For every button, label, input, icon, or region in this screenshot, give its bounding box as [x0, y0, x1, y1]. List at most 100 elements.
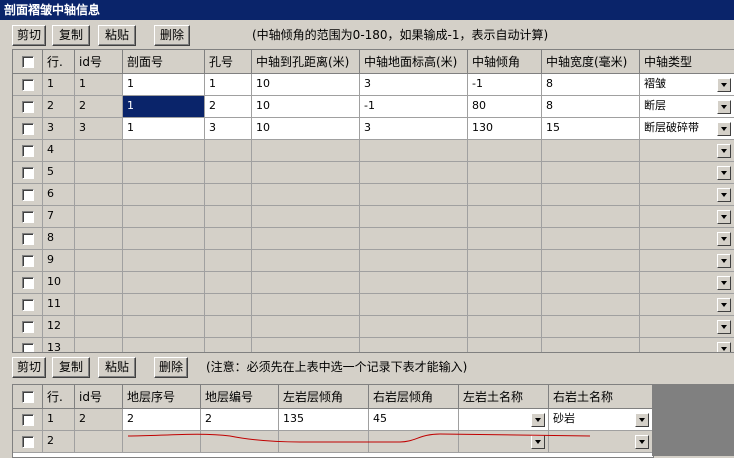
- table-cell[interactable]: [279, 431, 369, 453]
- table-cell[interactable]: [542, 206, 640, 228]
- table-cell[interactable]: 80: [468, 96, 542, 118]
- table-cell[interactable]: [252, 140, 360, 162]
- table-cell[interactable]: 断层破碎带: [640, 118, 734, 140]
- table-cell[interactable]: [640, 140, 734, 162]
- chevron-down-icon[interactable]: [717, 276, 731, 290]
- table-cell[interactable]: 2: [205, 96, 252, 118]
- table-cell[interactable]: [640, 206, 734, 228]
- table-cell[interactable]: 1: [123, 74, 205, 96]
- paste-button[interactable]: 粘贴: [98, 357, 136, 378]
- table-cell[interactable]: [123, 338, 205, 352]
- copy-button[interactable]: 复制: [52, 357, 90, 378]
- table-cell[interactable]: [205, 206, 252, 228]
- table-cell[interactable]: [252, 250, 360, 272]
- table-cell[interactable]: [123, 250, 205, 272]
- row-checkbox-cell[interactable]: [13, 74, 43, 96]
- table-cell[interactable]: [640, 162, 734, 184]
- table-cell[interactable]: [468, 184, 542, 206]
- chevron-down-icon[interactable]: [717, 100, 731, 114]
- row-checkbox-cell[interactable]: [13, 206, 43, 228]
- table-cell[interactable]: [360, 184, 468, 206]
- table-cell[interactable]: [640, 272, 734, 294]
- row-checkbox[interactable]: [22, 321, 34, 333]
- table-cell[interactable]: 3: [75, 118, 123, 140]
- chevron-down-icon[interactable]: [717, 166, 731, 180]
- row-checkbox-cell[interactable]: [13, 162, 43, 184]
- table-cell[interactable]: [205, 162, 252, 184]
- row-checkbox-cell[interactable]: [13, 272, 43, 294]
- table-cell[interactable]: [360, 294, 468, 316]
- table-cell[interactable]: [252, 272, 360, 294]
- table-cell[interactable]: [75, 294, 123, 316]
- table-cell[interactable]: [468, 272, 542, 294]
- row-checkbox[interactable]: [22, 167, 34, 179]
- chevron-down-icon[interactable]: [717, 78, 731, 92]
- table-cell[interactable]: 1: [75, 74, 123, 96]
- table-cell[interactable]: 2: [123, 409, 201, 431]
- row-checkbox[interactable]: [22, 189, 34, 201]
- table-cell[interactable]: [459, 431, 549, 453]
- table-cell[interactable]: [205, 272, 252, 294]
- chevron-down-icon[interactable]: [717, 188, 731, 202]
- row-checkbox[interactable]: [22, 343, 34, 352]
- table-cell[interactable]: [360, 206, 468, 228]
- table-cell[interactable]: 3: [205, 118, 252, 140]
- row-checkbox-cell[interactable]: [13, 338, 43, 352]
- table-cell[interactable]: [205, 140, 252, 162]
- copy-button[interactable]: 复制: [52, 25, 90, 46]
- row-checkbox-cell[interactable]: [13, 409, 43, 431]
- table-cell[interactable]: [549, 431, 653, 453]
- table-cell[interactable]: [75, 272, 123, 294]
- row-checkbox[interactable]: [22, 145, 34, 157]
- row-checkbox-cell[interactable]: [13, 118, 43, 140]
- table-cell[interactable]: [205, 316, 252, 338]
- table-cell[interactable]: 2: [75, 96, 123, 118]
- table-cell[interactable]: [468, 294, 542, 316]
- chevron-down-icon[interactable]: [635, 413, 649, 427]
- table-cell[interactable]: [123, 206, 205, 228]
- table-cell[interactable]: [75, 206, 123, 228]
- table-cell[interactable]: [468, 162, 542, 184]
- table-cell[interactable]: [542, 162, 640, 184]
- table-cell[interactable]: [468, 316, 542, 338]
- table-cell[interactable]: [75, 162, 123, 184]
- table-cell[interactable]: [75, 431, 123, 453]
- bottom-data-grid[interactable]: 行. id号 地层序号 地层编号 左岩层倾角 右岩层倾角 左岩土名称 右岩土名称 1 2 2 2 135…: [12, 384, 654, 458]
- table-cell[interactable]: [468, 338, 542, 352]
- table-cell[interactable]: [75, 140, 123, 162]
- select-all-header[interactable]: [13, 50, 43, 74]
- table-cell[interactable]: [542, 316, 640, 338]
- table-cell[interactable]: [123, 162, 205, 184]
- table-cell[interactable]: [542, 294, 640, 316]
- table-cell[interactable]: -1: [360, 96, 468, 118]
- table-cell[interactable]: 1: [205, 74, 252, 96]
- chevron-down-icon[interactable]: [717, 254, 731, 268]
- paste-button[interactable]: 粘贴: [98, 25, 136, 46]
- table-cell[interactable]: [468, 140, 542, 162]
- table-cell[interactable]: [75, 250, 123, 272]
- delete-button[interactable]: 删除: [154, 357, 188, 378]
- table-cell[interactable]: [123, 431, 201, 453]
- table-cell[interactable]: [360, 250, 468, 272]
- table-cell[interactable]: 10: [252, 74, 360, 96]
- table-cell[interactable]: [360, 140, 468, 162]
- table-cell[interactable]: 10: [252, 118, 360, 140]
- select-all-checkbox[interactable]: [22, 56, 34, 68]
- row-checkbox[interactable]: [22, 299, 34, 311]
- cut-button[interactable]: 剪切: [12, 357, 46, 378]
- table-cell[interactable]: [75, 316, 123, 338]
- select-all-header[interactable]: [13, 385, 43, 409]
- table-cell[interactable]: [360, 316, 468, 338]
- table-cell[interactable]: [542, 140, 640, 162]
- table-cell[interactable]: [360, 162, 468, 184]
- row-checkbox-cell[interactable]: [13, 228, 43, 250]
- table-cell[interactable]: [205, 228, 252, 250]
- table-cell[interactable]: 1: [123, 96, 205, 118]
- chevron-down-icon[interactable]: [717, 298, 731, 312]
- row-checkbox[interactable]: [22, 277, 34, 289]
- row-checkbox[interactable]: [22, 414, 34, 426]
- table-cell[interactable]: [542, 184, 640, 206]
- row-checkbox-cell[interactable]: [13, 96, 43, 118]
- table-cell[interactable]: [468, 228, 542, 250]
- row-checkbox-cell[interactable]: [13, 250, 43, 272]
